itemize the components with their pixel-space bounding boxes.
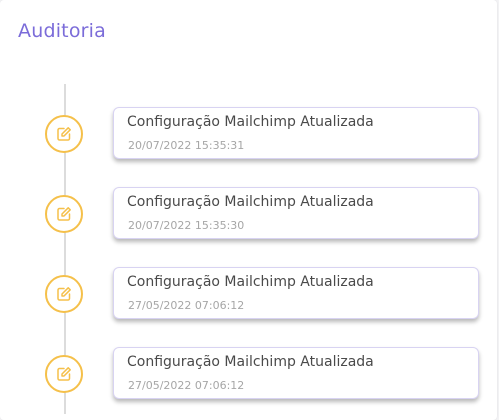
audit-timestamp: 20/07/2022 15:35:31 — [128, 139, 245, 152]
edit-icon — [45, 355, 83, 393]
page-title: Auditoria — [18, 20, 106, 42]
audit-title: Configuração Mailchimp Atualizada — [127, 274, 374, 290]
audit-card[interactable]: Configuração Mailchimp Atualizada 27/05/… — [113, 267, 479, 319]
audit-title: Configuração Mailchimp Atualizada — [127, 114, 374, 130]
edit-icon — [45, 195, 83, 233]
audit-card[interactable]: Configuração Mailchimp Atualizada 20/07/… — [113, 187, 479, 239]
audit-timestamp: 27/05/2022 07:06:12 — [128, 299, 245, 312]
audit-panel: Auditoria Configuração Mailchimp Atualiz… — [0, 0, 497, 420]
audit-title: Configuração Mailchimp Atualizada — [127, 354, 374, 370]
timeline-item: Configuração Mailchimp Atualizada 20/07/… — [0, 186, 499, 250]
audit-timestamp: 27/05/2022 07:06:12 — [128, 379, 245, 392]
timeline-item: Configuração Mailchimp Atualizada 27/05/… — [0, 266, 499, 330]
edit-icon — [45, 115, 83, 153]
audit-title: Configuração Mailchimp Atualizada — [127, 194, 374, 210]
audit-timestamp: 20/07/2022 15:35:30 — [128, 219, 245, 232]
audit-card[interactable]: Configuração Mailchimp Atualizada 20/07/… — [113, 107, 479, 159]
edit-icon — [45, 275, 83, 313]
timeline-item: Configuração Mailchimp Atualizada 20/07/… — [0, 106, 499, 170]
audit-card[interactable]: Configuração Mailchimp Atualizada 27/05/… — [113, 347, 479, 399]
timeline-item: Configuração Mailchimp Atualizada 27/05/… — [0, 346, 499, 410]
